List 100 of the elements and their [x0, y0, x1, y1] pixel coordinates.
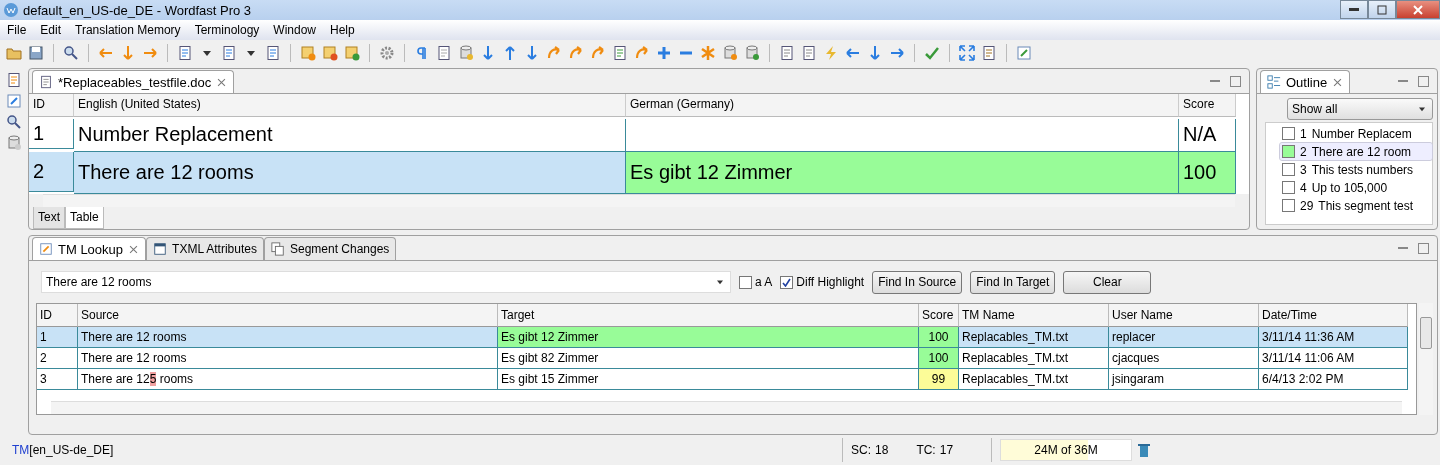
document-icon[interactable] [6, 72, 22, 88]
gear-icon[interactable] [379, 45, 395, 61]
table-cell: 100 [919, 327, 959, 348]
column-header[interactable]: ID [37, 304, 78, 327]
table-cell: 6/4/13 2:02 PM [1259, 369, 1408, 390]
note-icon[interactable] [300, 45, 316, 61]
pencil-icon[interactable] [1016, 45, 1032, 61]
action-button[interactable]: Clear [1063, 270, 1152, 294]
column-header[interactable]: Score [919, 304, 959, 327]
panel-tab[interactable]: Segment Changes [263, 237, 397, 260]
vertical-scrollbar[interactable] [1419, 303, 1433, 415]
column-header[interactable]: German (Germany) [626, 94, 1179, 117]
menu-item[interactable]: Window [266, 23, 323, 37]
panel-tab[interactable]: TM Lookup [32, 237, 147, 260]
curved-arrow-icon[interactable] [546, 45, 562, 61]
outline-item[interactable]: 2 There are 12 room [1280, 143, 1432, 160]
document-icon[interactable] [779, 45, 795, 61]
folder-icon[interactable] [6, 45, 22, 61]
table-cell: Es gibt 12 Zimmer [626, 151, 1179, 194]
maximize-button[interactable] [1418, 242, 1429, 254]
outline-item[interactable]: 1 Number Replacem [1280, 125, 1432, 142]
curved-arrow-icon[interactable] [590, 45, 606, 61]
note-icon[interactable] [344, 45, 360, 61]
maximize-button[interactable] [1230, 75, 1241, 87]
menu-item[interactable]: Translation Memory [68, 23, 188, 37]
table-cell: replacer [1109, 327, 1259, 348]
close-icon[interactable] [216, 76, 228, 88]
checkmark-icon[interactable] [924, 45, 940, 61]
arrow-down-icon[interactable] [524, 45, 540, 61]
document-icon[interactable] [436, 45, 452, 61]
sc-value: 18 [875, 443, 889, 457]
checkbox[interactable] [739, 275, 752, 289]
document-icon[interactable] [221, 45, 237, 61]
table-cell: There are 12 rooms [78, 348, 498, 369]
table-cell: Es gibt 15 Zimmer [498, 369, 919, 390]
view-tab[interactable]: Text [33, 207, 65, 229]
database-icon[interactable] [722, 45, 738, 61]
table-cell: 100 [1179, 151, 1236, 194]
column-header[interactable]: Source [78, 304, 498, 327]
asterisk-icon[interactable] [700, 45, 716, 61]
panel-tab[interactable]: TXML Attributes [146, 237, 264, 260]
column-header[interactable]: Score [1179, 94, 1236, 117]
outline-tab[interactable]: Outline [1260, 70, 1351, 93]
restore-icon [1377, 4, 1387, 15]
minimize-button[interactable] [1340, 0, 1368, 19]
column-header[interactable]: Target [498, 304, 919, 327]
action-button[interactable]: Find In Source [872, 270, 963, 294]
magnifier-icon[interactable] [6, 114, 22, 130]
arrow-down-icon[interactable] [480, 45, 496, 61]
checkbox[interactable] [780, 275, 794, 289]
document-icon[interactable] [801, 45, 817, 61]
tm-locale: TM[en_US-de_DE] [11, 443, 115, 457]
close-icon[interactable] [1332, 76, 1344, 88]
arrow-down-icon[interactable] [867, 45, 883, 61]
pencil-icon[interactable] [6, 93, 22, 109]
curved-arrow-icon[interactable] [634, 45, 650, 61]
curved-arrow-icon[interactable] [568, 45, 584, 61]
column-header[interactable]: ID [29, 94, 74, 117]
close-button[interactable] [1396, 0, 1440, 19]
close-icon[interactable] [128, 243, 140, 255]
magnifier-icon[interactable] [63, 45, 79, 61]
note-icon[interactable] [322, 45, 338, 61]
table-cell: 2 [37, 348, 78, 369]
horizontal-scrollbar[interactable] [43, 194, 1235, 207]
menu-item[interactable]: Edit [33, 23, 69, 37]
outline-item[interactable]: 4 Up to 105,000 [1280, 179, 1432, 196]
database-icon[interactable] [744, 45, 760, 61]
expand-icon[interactable] [959, 45, 975, 61]
document-icon[interactable] [265, 45, 281, 61]
filter-dropdown[interactable]: Show all [1287, 98, 1433, 120]
document-tab[interactable]: *Replaceables_testfile.doc [32, 70, 235, 93]
menu-item[interactable]: Terminology [187, 23, 267, 37]
table-cell: Replacables_TM.txt [959, 369, 1109, 390]
window-title: default_en_US-de_DE - Wordfast Pro 3 [23, 2, 253, 18]
horizontal-scrollbar[interactable] [51, 401, 1402, 414]
document-icon[interactable] [981, 45, 997, 61]
database-icon[interactable] [6, 135, 22, 151]
document-icon[interactable] [612, 45, 628, 61]
column-header[interactable]: English (United States) [74, 94, 626, 117]
menu-item[interactable]: Help [323, 23, 362, 37]
table-cell: N/A [1179, 119, 1236, 152]
document-icon[interactable] [177, 45, 193, 61]
database-icon[interactable] [458, 45, 474, 61]
trash-icon[interactable] [1136, 442, 1152, 458]
arrow-down-icon[interactable] [120, 45, 136, 61]
search-combo[interactable]: There are 12 rooms [41, 271, 731, 293]
action-button[interactable]: Find In Target [970, 270, 1056, 294]
document-icon [39, 75, 53, 89]
column-header[interactable]: User Name [1109, 304, 1259, 327]
column-header[interactable]: Date/Time [1259, 304, 1408, 327]
outline-item[interactable]: 29 This segment test [1280, 197, 1432, 214]
table-cell: cjacques [1109, 348, 1259, 369]
maximize-button[interactable] [1418, 75, 1429, 87]
column-header[interactable]: TM Name [959, 304, 1109, 327]
save-icon[interactable] [28, 45, 44, 61]
tc-label: TC: [916, 443, 936, 457]
outline-item[interactable]: 3 This tests numbers [1280, 161, 1432, 178]
menu-item[interactable]: File [0, 23, 34, 37]
view-tab[interactable]: Table [65, 207, 104, 229]
plus-icon[interactable] [656, 45, 672, 61]
